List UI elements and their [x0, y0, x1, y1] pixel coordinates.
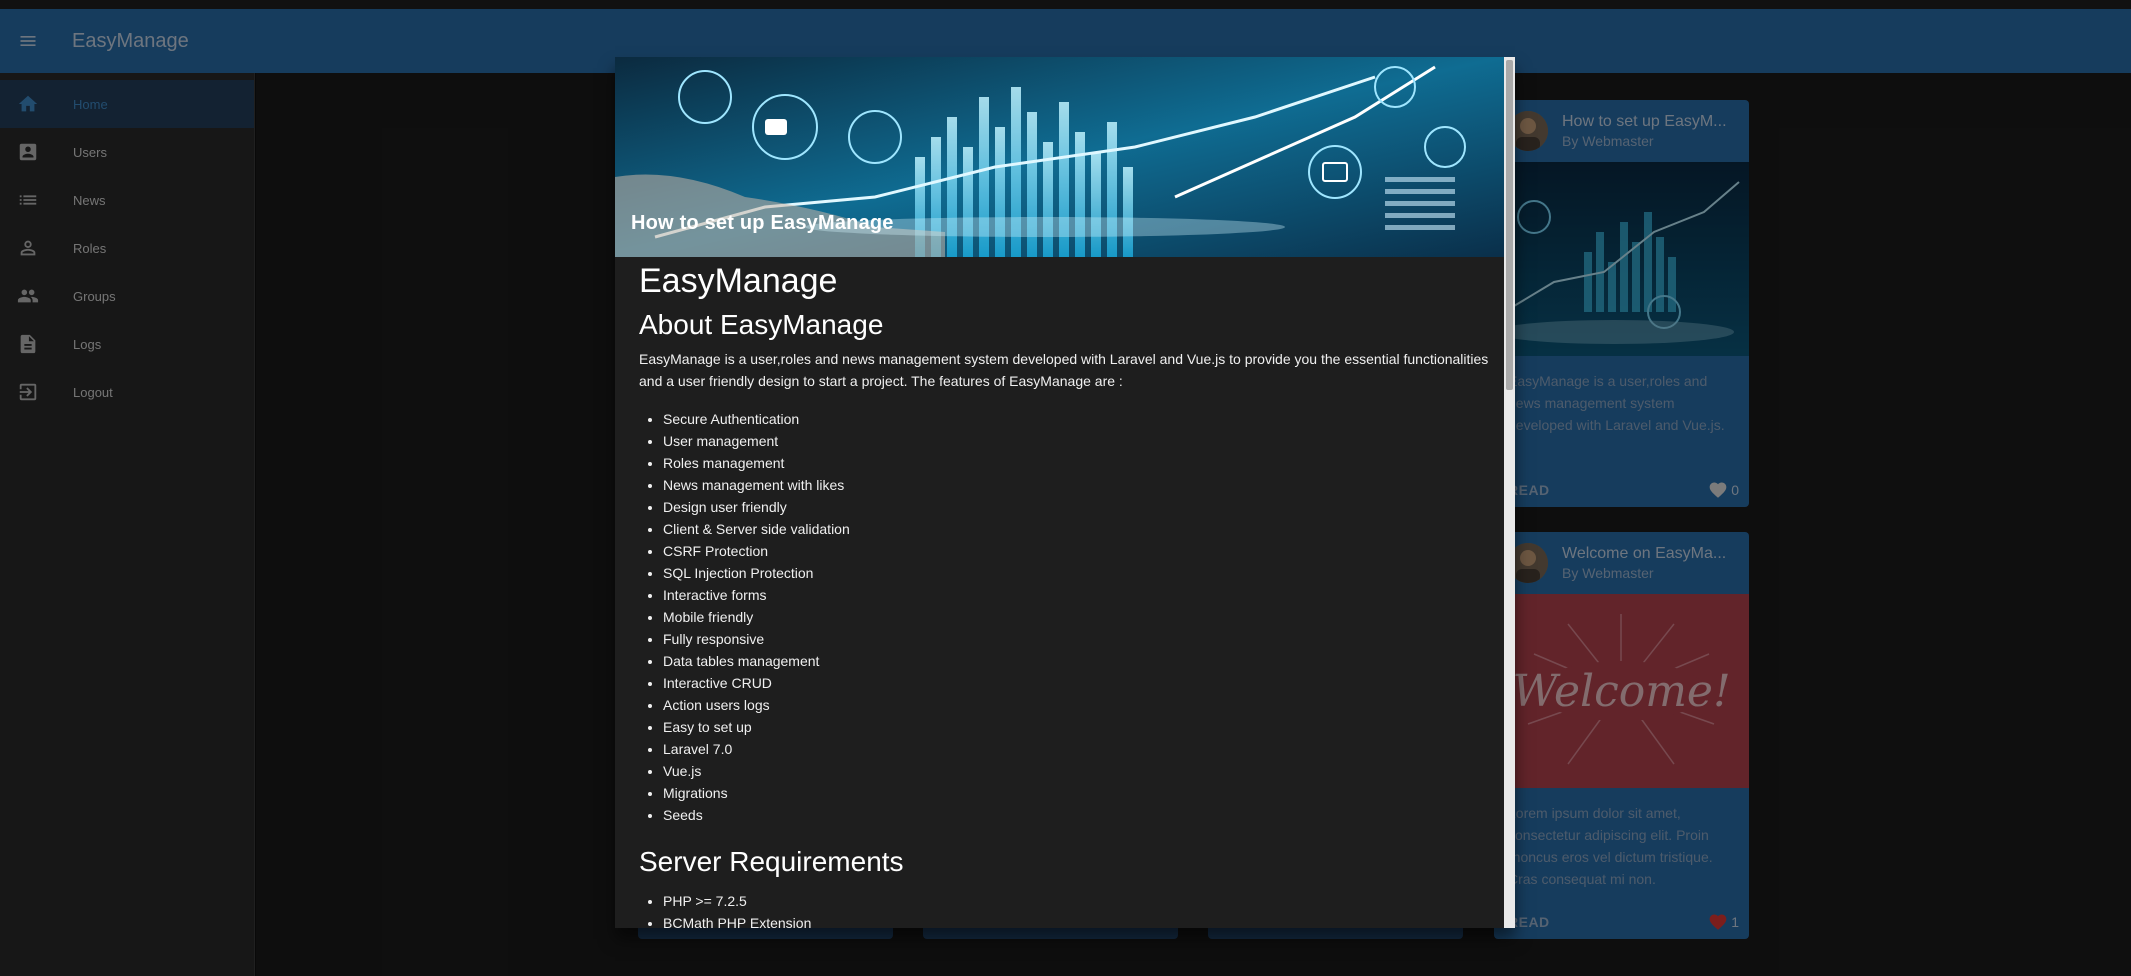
list-item: Action users logs: [663, 694, 1489, 716]
doc-title: EasyManage: [639, 262, 838, 300]
list-item: Interactive forms: [663, 584, 1489, 606]
requirements-list: PHP >= 7.2.5 BCMath PHP Extension: [639, 890, 1489, 928]
requirements-heading: Server Requirements: [639, 846, 904, 877]
list-item: Laravel 7.0: [663, 738, 1489, 760]
dialog-scrollbar[interactable]: [1504, 57, 1515, 928]
news-dialog: How to set up EasyManage EasyManage Abou…: [615, 57, 1515, 928]
intro-paragraph: EasyManage is a user,roles and news mana…: [639, 351, 1489, 389]
list-item: PHP >= 7.2.5: [663, 890, 1489, 912]
list-item: Design user friendly: [663, 496, 1489, 518]
scrollbar-thumb[interactable]: [1506, 60, 1513, 390]
dialog-content: EasyManage About EasyManage EasyManage i…: [639, 257, 1489, 928]
list-item: Mobile friendly: [663, 606, 1489, 628]
list-item: Data tables management: [663, 650, 1489, 672]
list-item: Client & Server side validation: [663, 518, 1489, 540]
list-item: Fully responsive: [663, 628, 1489, 650]
features-list: Secure Authentication User management Ro…: [639, 408, 1489, 826]
list-item: SQL Injection Protection: [663, 562, 1489, 584]
list-item: User management: [663, 430, 1489, 452]
about-heading: About EasyManage: [639, 309, 884, 340]
list-item: Roles management: [663, 452, 1489, 474]
list-item: Interactive CRUD: [663, 672, 1489, 694]
list-item: Easy to set up: [663, 716, 1489, 738]
list-item: Secure Authentication: [663, 408, 1489, 430]
list-item: BCMath PHP Extension: [663, 912, 1489, 928]
list-item: Seeds: [663, 804, 1489, 826]
list-item: Migrations: [663, 782, 1489, 804]
dialog-image-title: How to set up EasyManage: [631, 212, 894, 234]
list-item: CSRF Protection: [663, 540, 1489, 562]
list-item: News management with likes: [663, 474, 1489, 496]
dialog-header-image: How to set up EasyManage: [615, 57, 1504, 257]
list-item: Vue.js: [663, 760, 1489, 782]
